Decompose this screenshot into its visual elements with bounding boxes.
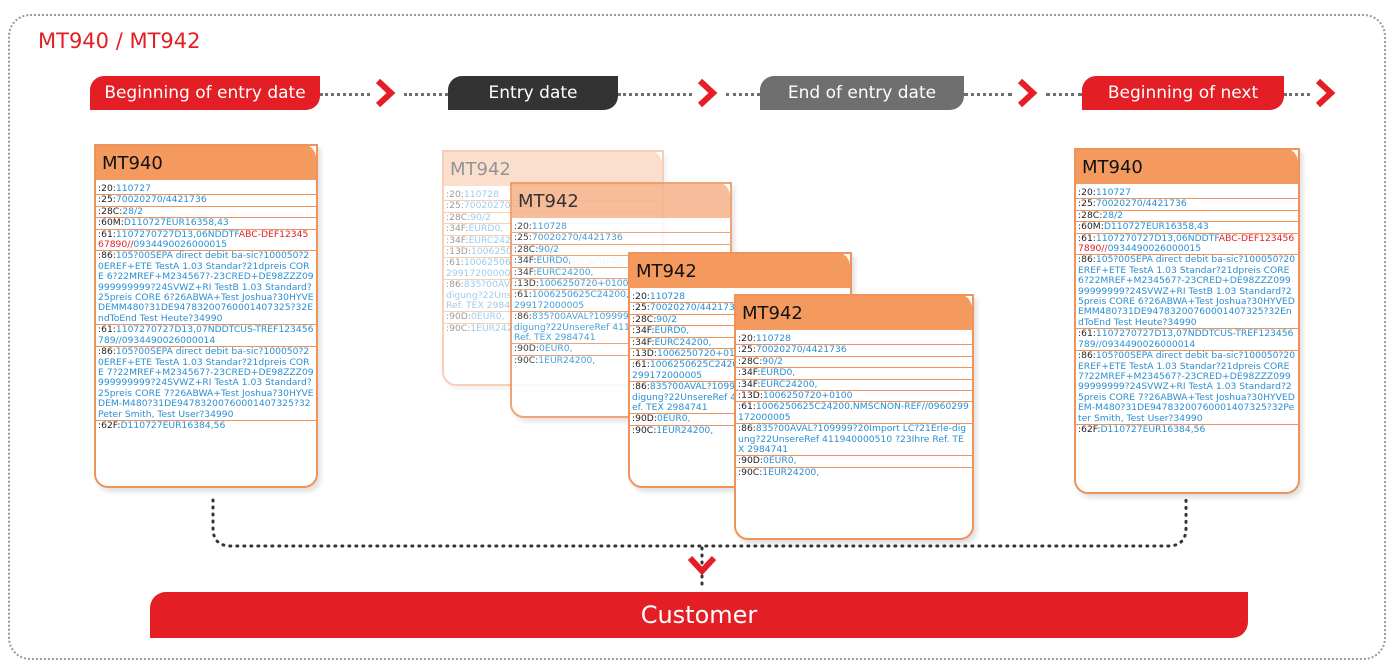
chevron-down-icon: [687, 555, 717, 576]
customer-bar: Customer: [150, 592, 1248, 638]
